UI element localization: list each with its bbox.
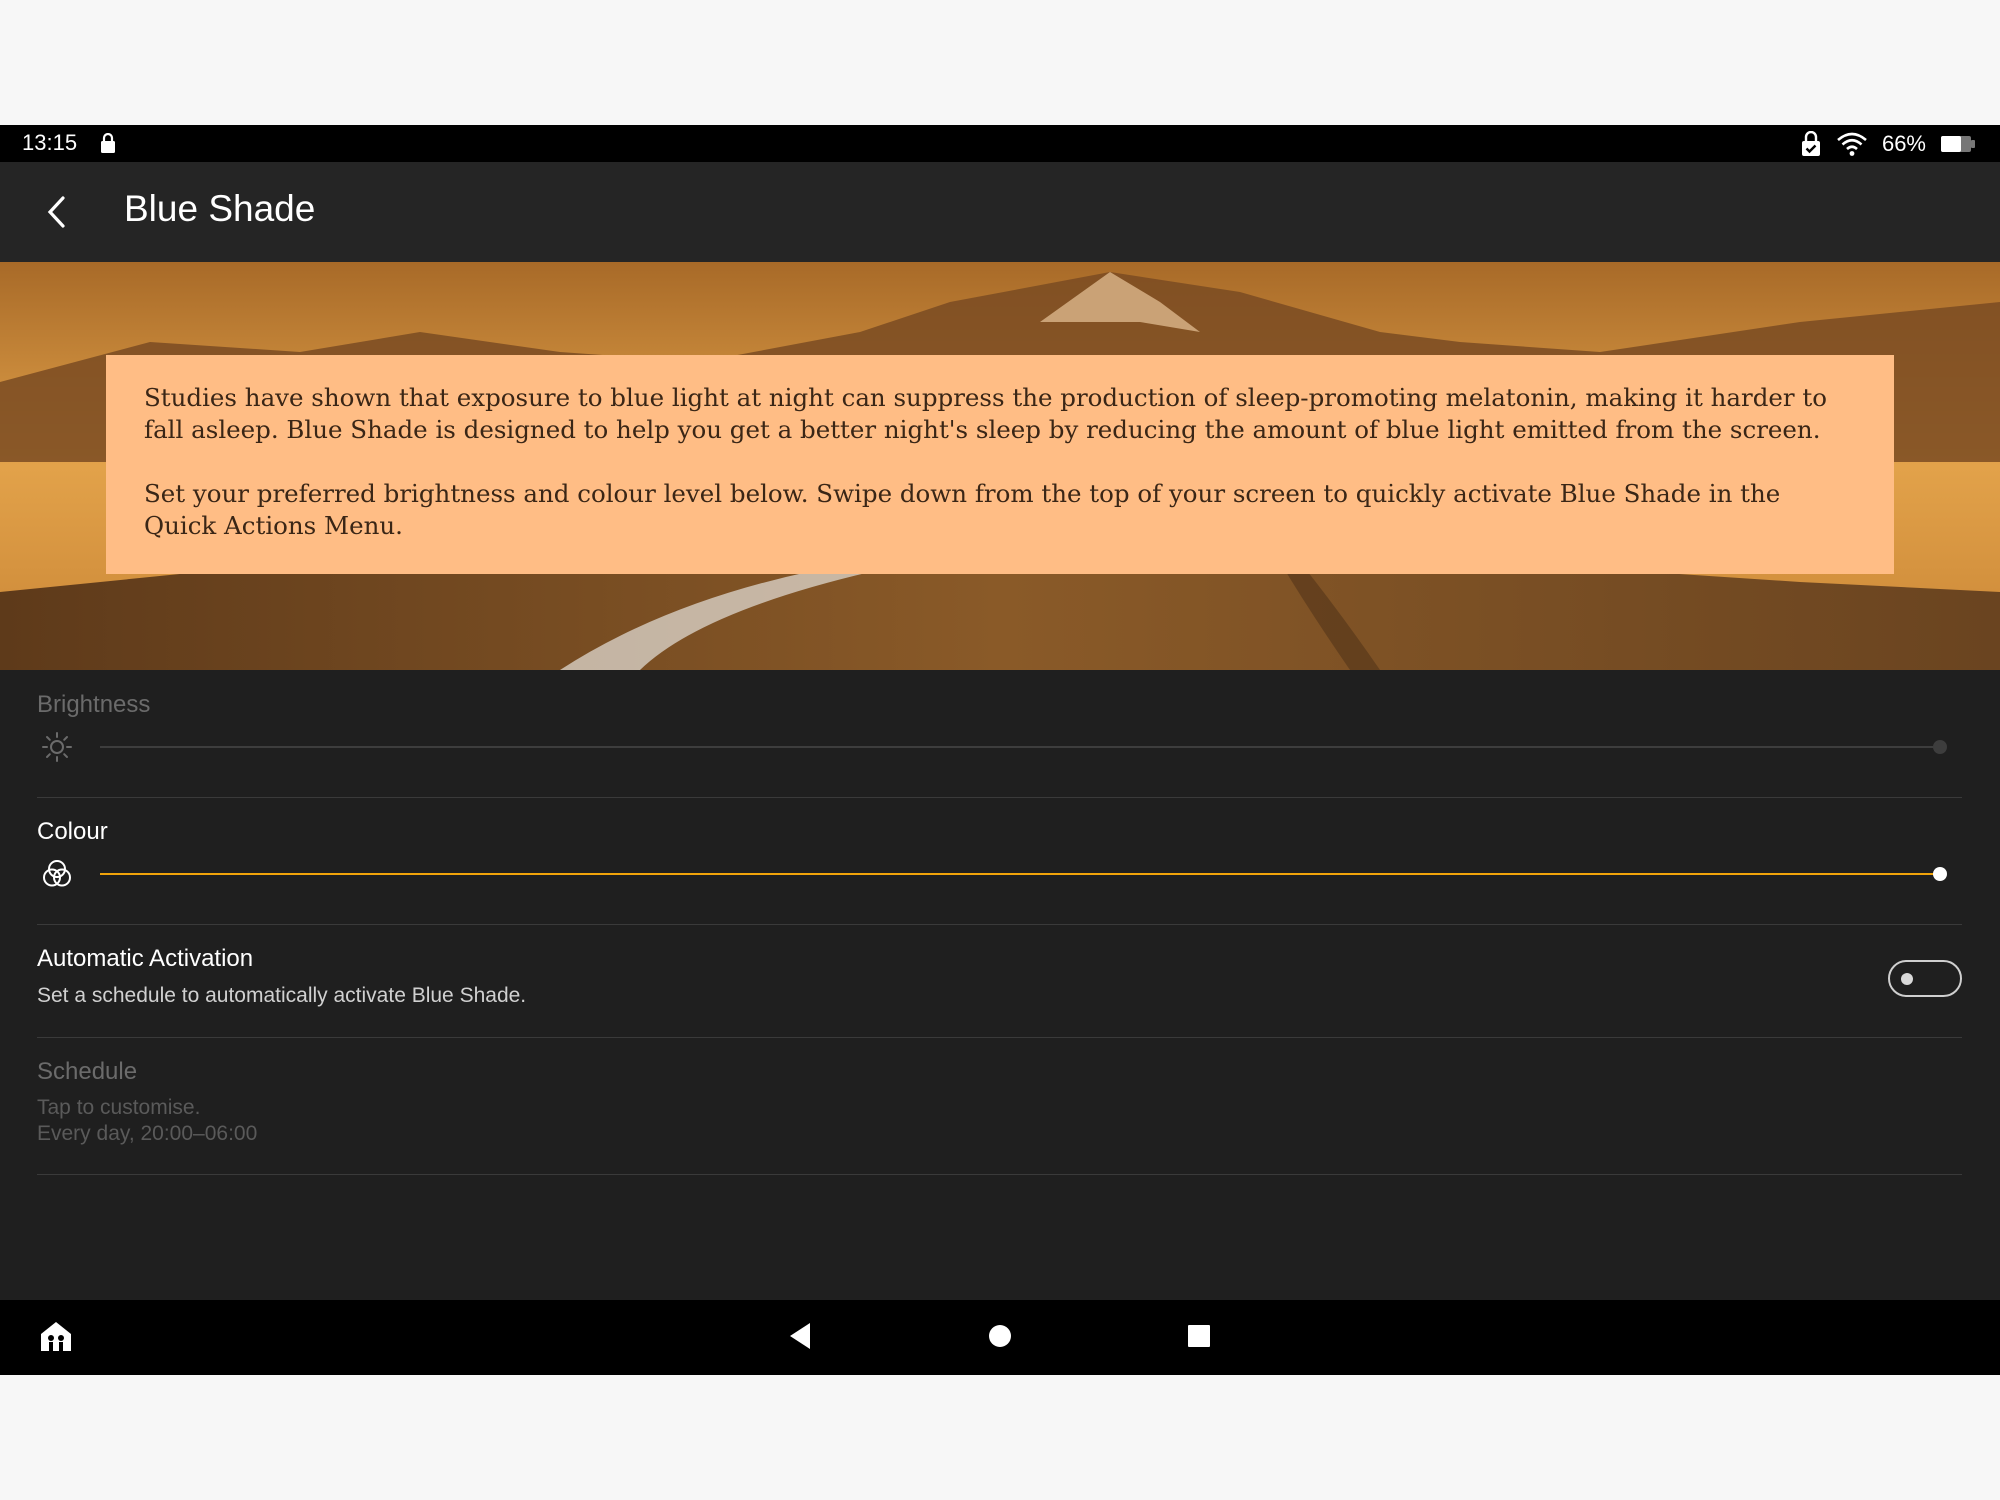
colour-slider-fill: [100, 873, 1940, 875]
schedule-label: Schedule: [37, 1058, 138, 1085]
lock-badge-icon: [1801, 131, 1820, 156]
info-banner: Studies have shown that exposure to blue…: [0, 262, 2000, 670]
automatic-activation-description: Set a schedule to automatically activate…: [37, 984, 527, 1007]
device-screen: 13:15 66% Blue Shade Studies have shown …: [0, 125, 2000, 1375]
nav-recents-icon[interactable]: [1181, 1318, 1217, 1354]
kids-home-icon[interactable]: [38, 1318, 74, 1354]
info-paragraph-1: Studies have shown that exposure to blue…: [144, 383, 1827, 444]
battery-icon: [1941, 136, 1975, 152]
status-time: 13:15: [22, 130, 78, 155]
nav-home-icon[interactable]: [982, 1318, 1018, 1354]
battery-percent: 66%: [1881, 131, 1926, 156]
schedule-hint: Tap to customise.: [37, 1096, 201, 1119]
sun-icon: [42, 732, 72, 762]
automatic-activation-row[interactable]: Automatic Activation Set a schedule to a…: [37, 924, 1962, 1038]
status-bar: 13:15 66%: [0, 125, 2000, 162]
info-card: Studies have shown that exposure to blue…: [106, 355, 1894, 574]
toggle-knob: [1901, 973, 1913, 985]
app-bar: Blue Shade: [0, 162, 2000, 262]
wifi-icon: [1837, 132, 1867, 156]
colour-row: Colour: [37, 797, 1962, 925]
info-paragraph-2: Set your preferred brightness and colour…: [144, 479, 1781, 540]
brightness-slider[interactable]: [100, 746, 1940, 748]
schedule-value: Every day, 20:00–06:00: [37, 1122, 258, 1145]
colour-label: Colour: [37, 818, 108, 845]
brightness-label: Brightness: [37, 691, 151, 718]
schedule-row[interactable]: Schedule Tap to customise. Every day, 20…: [37, 1037, 1962, 1175]
lock-icon: [101, 133, 115, 153]
navigation-bar: [0, 1300, 2000, 1375]
back-arrow-icon[interactable]: [38, 192, 78, 232]
page-title: Blue Shade: [124, 188, 316, 229]
nav-back-icon[interactable]: [782, 1318, 818, 1354]
colour-slider[interactable]: [100, 873, 1940, 875]
automatic-activation-label: Automatic Activation: [37, 945, 254, 972]
brightness-slider-thumb[interactable]: [1933, 740, 1947, 754]
colour-slider-thumb[interactable]: [1933, 867, 1947, 881]
automatic-activation-toggle[interactable]: [1888, 960, 1962, 997]
colour-circles-icon: [43, 860, 71, 887]
brightness-row: Brightness: [37, 670, 1962, 798]
status-icons: 66%: [1800, 129, 1976, 159]
